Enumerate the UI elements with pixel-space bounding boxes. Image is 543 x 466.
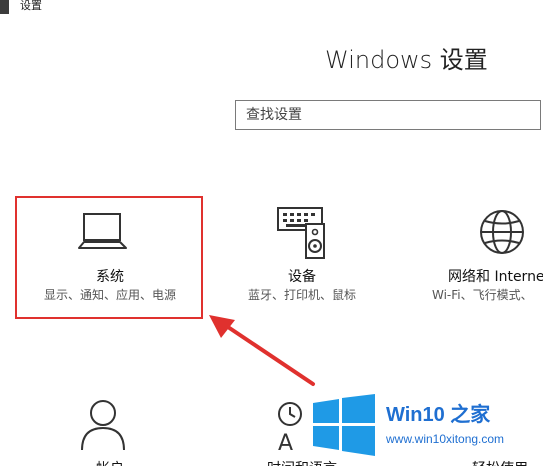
tile-network-name: 网络和 Interne — [448, 269, 543, 285]
search-input[interactable] — [236, 101, 540, 129]
title-bar-accent — [0, 0, 9, 14]
pointer-arrow — [209, 315, 315, 386]
highlight-box — [15, 196, 203, 319]
tile-network[interactable]: 网络和 Interne Wi-Fi、飞行模式、 — [418, 200, 543, 315]
tile-network-desc: Wi-Fi、飞行模式、 — [432, 288, 533, 302]
keyboard-speaker-icon — [277, 207, 325, 259]
tile-devices-desc: 蓝牙、打印机、鼠标 — [247, 288, 356, 302]
tile-devices-name: 设备 — [288, 269, 316, 285]
clock-language-icon: A — [278, 402, 302, 452]
tile-devices[interactable]: 设备 蓝牙、打印机、鼠标 — [212, 200, 392, 315]
globe-icon — [480, 210, 524, 254]
windows-logo-icon — [313, 394, 375, 456]
watermark-url: www.win10xitong.com — [386, 432, 505, 446]
tile-accounts[interactable]: 帐户 — [20, 392, 200, 466]
watermark-brand: Win10 之家 — [386, 404, 491, 426]
title-bar: 设置 — [0, 0, 543, 14]
search-box[interactable] — [235, 100, 541, 130]
person-icon — [81, 400, 125, 450]
tile-accounts-name: 帐户 — [20, 458, 200, 466]
page-title: Windows 设置 — [325, 46, 488, 74]
window-title: 设置 — [20, 0, 42, 12]
svg-text:A: A — [278, 431, 293, 452]
watermark: Win10 之家 www.win10xitong.com — [311, 392, 543, 466]
